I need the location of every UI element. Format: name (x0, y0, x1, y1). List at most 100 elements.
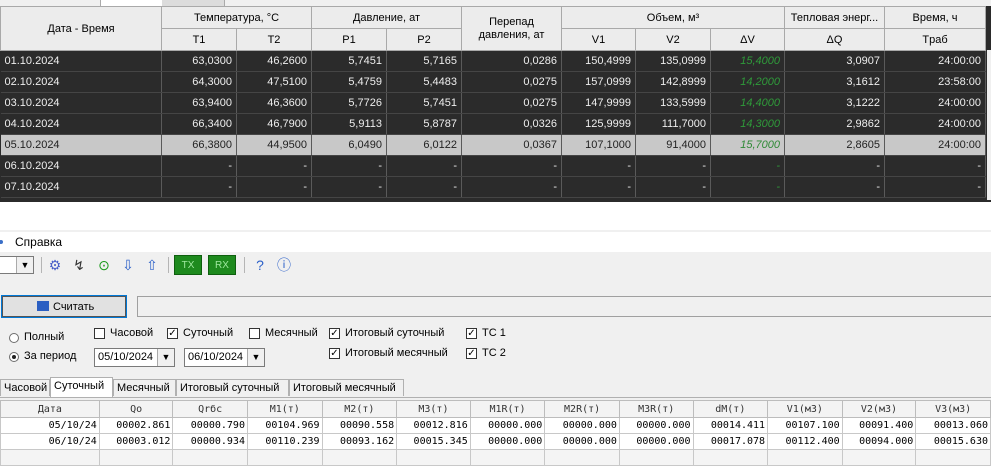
status-field (137, 296, 991, 317)
read-button[interactable]: Считать (1, 295, 127, 318)
chk-daily[interactable]: ✓ (167, 328, 178, 339)
radio-full[interactable] (9, 333, 19, 343)
cell-v1: 125,9999 (561, 113, 636, 135)
tab-monthly[interactable]: Месячный (113, 379, 176, 396)
chevron-down-icon[interactable]: ▼ (247, 349, 264, 366)
table-row[interactable]: 06.10.2024- - - - - - - - - - (0, 155, 986, 177)
port-combo[interactable]: ▼ (0, 256, 34, 274)
grid-cell: 00000.000 (618, 433, 694, 450)
cell-t1: 63,9400 (161, 92, 237, 114)
header-volume[interactable]: Объем, м³ (561, 6, 785, 29)
table-row-empty (0, 449, 991, 466)
cell-dv: 15,7000 (710, 134, 785, 156)
header-trab[interactable]: Tраб (884, 28, 986, 51)
cell-p2: 5,4483 (386, 71, 462, 93)
chk-tc1[interactable]: ✓ (466, 328, 477, 339)
header-v2[interactable]: V2 (635, 28, 711, 51)
table-row[interactable]: 06/10/24 00003.012 00000.934 00110.239 00093… (0, 433, 991, 450)
header-heat[interactable]: Тепловая энерг... (784, 6, 885, 29)
table-row[interactable]: 05/10/24 00002.861 00000.790 00104.969 00090… (0, 417, 991, 434)
cell-p1: 5,4759 (311, 71, 387, 93)
chk-total-daily-label: Итоговый суточный (345, 327, 445, 339)
cell-t2: 46,7900 (236, 113, 312, 135)
chk-hourly[interactable] (94, 328, 105, 339)
header-dv[interactable]: ΔV (710, 28, 785, 51)
header-date[interactable]: Дата - Время (0, 6, 162, 51)
grid-header[interactable]: M1R(т) (469, 400, 546, 418)
radio-period[interactable] (9, 352, 19, 362)
cell-date: 03.10.2024 (0, 92, 162, 114)
cell-p1: 6,0490 (311, 134, 387, 156)
rx-indicator[interactable]: RX (208, 255, 236, 275)
chk-hourly-label: Часовой (110, 327, 154, 339)
chk-total-monthly[interactable]: ✓ (329, 348, 340, 359)
table-row[interactable]: 01.10.2024 63,0300 46,2600 5,7451 5,7165 0,02… (0, 50, 986, 72)
cell-p2: - (386, 176, 462, 198)
header-pressure[interactable]: Давление, ат (311, 6, 462, 29)
upload-icon[interactable]: ⇧ (143, 256, 161, 274)
header-p1[interactable]: P1 (311, 28, 387, 51)
info-icon[interactable]: ⓘ (275, 256, 293, 274)
radio-period-label: За период (24, 350, 77, 362)
chevron-down-icon[interactable]: ▼ (16, 257, 33, 273)
date-to[interactable]: 06/10/2024 ▼ (184, 348, 265, 367)
grid-header[interactable]: dM(т) (692, 400, 769, 418)
cell-p2: 5,8787 (386, 113, 462, 135)
header-pressure-diff[interactable]: Перепад давления, ат (461, 6, 562, 51)
header-t1[interactable]: T1 (161, 28, 237, 51)
header-t2[interactable]: T2 (236, 28, 312, 51)
grid-cell-empty (544, 449, 620, 466)
chevron-down-icon[interactable]: ▼ (157, 349, 174, 366)
connect-icon[interactable]: ↯ (70, 256, 88, 274)
grid-cell: 00110.239 (246, 433, 323, 450)
header-p2[interactable]: P2 (386, 28, 462, 51)
header-time[interactable]: Время, ч (884, 6, 986, 29)
grid-cell-empty (396, 449, 471, 466)
table-row[interactable]: 04.10.2024 66,3400 46,7900 5,9113 5,8787 0,03… (0, 113, 986, 135)
menu-help[interactable]: Справка (15, 235, 62, 249)
grid-header[interactable]: Дата (0, 400, 100, 418)
tab-total-monthly[interactable]: Итоговый месячный (289, 379, 404, 396)
settings-gear-icon[interactable]: ⚙ (46, 256, 64, 274)
grid-cell-empty (618, 449, 694, 466)
chk-tc2[interactable]: ✓ (466, 348, 477, 359)
table-row[interactable]: 02.10.2024 64,3000 47,5100 5,4759 5,4483 0,02… (0, 71, 986, 93)
header-v1[interactable]: V1 (561, 28, 636, 51)
header-temperature[interactable]: Температура, °С (161, 6, 312, 29)
grid-header[interactable]: M2(т) (321, 400, 398, 418)
date-from-value: 05/10/2024 (98, 351, 154, 363)
cell-t1: 63,0300 (161, 50, 237, 72)
grid-header[interactable]: M2R(т) (544, 400, 620, 418)
cell-dp: 0,0367 (461, 134, 562, 156)
cell-trab: 24:00:00 (884, 113, 986, 135)
tab-daily[interactable]: Суточный (50, 377, 113, 397)
grid-header[interactable]: V3(м3) (915, 400, 991, 418)
cell-t1: - (161, 155, 237, 177)
help-icon[interactable]: ? (251, 256, 269, 274)
grid-header[interactable]: Qo (98, 400, 174, 418)
cell-date: 05.10.2024 (0, 134, 162, 156)
tx-indicator[interactable]: TX (174, 255, 202, 275)
cell-dq: 2,8605 (784, 134, 885, 156)
grid-header[interactable]: V2(м3) (841, 400, 917, 418)
grid-header[interactable]: M1(т) (246, 400, 323, 418)
table-row[interactable]: 05.10.2024 66,3800 44,9500 6,0490 6,0122 0,03… (0, 134, 986, 156)
table-row[interactable]: 03.10.2024 63,9400 46,3600 5,7726 5,7451 0,02… (0, 92, 986, 114)
chk-monthly[interactable] (249, 328, 260, 339)
cell-dq: 3,1612 (784, 71, 885, 93)
header-dq[interactable]: ΔQ (784, 28, 885, 51)
cell-v1: - (561, 176, 636, 198)
download-icon[interactable]: ⇩ (119, 256, 137, 274)
date-from[interactable]: 05/10/2024 ▼ (94, 348, 175, 367)
grid-header[interactable]: M3R(т) (618, 400, 694, 418)
grid-header[interactable]: Qrбc (172, 400, 248, 418)
play-icon[interactable]: ⊙ (95, 256, 113, 274)
grid-cell-empty (469, 449, 546, 466)
radio-full-label: Полный (24, 331, 65, 343)
tab-hourly[interactable]: Часовой (0, 379, 50, 396)
grid-header[interactable]: V1(м3) (767, 400, 843, 418)
grid-header[interactable]: M3(т) (396, 400, 471, 418)
tab-total-daily[interactable]: Итоговый суточный (176, 379, 289, 396)
table-row[interactable]: 07.10.2024- - - - - - - - - - (0, 176, 986, 198)
chk-total-daily[interactable]: ✓ (329, 328, 340, 339)
